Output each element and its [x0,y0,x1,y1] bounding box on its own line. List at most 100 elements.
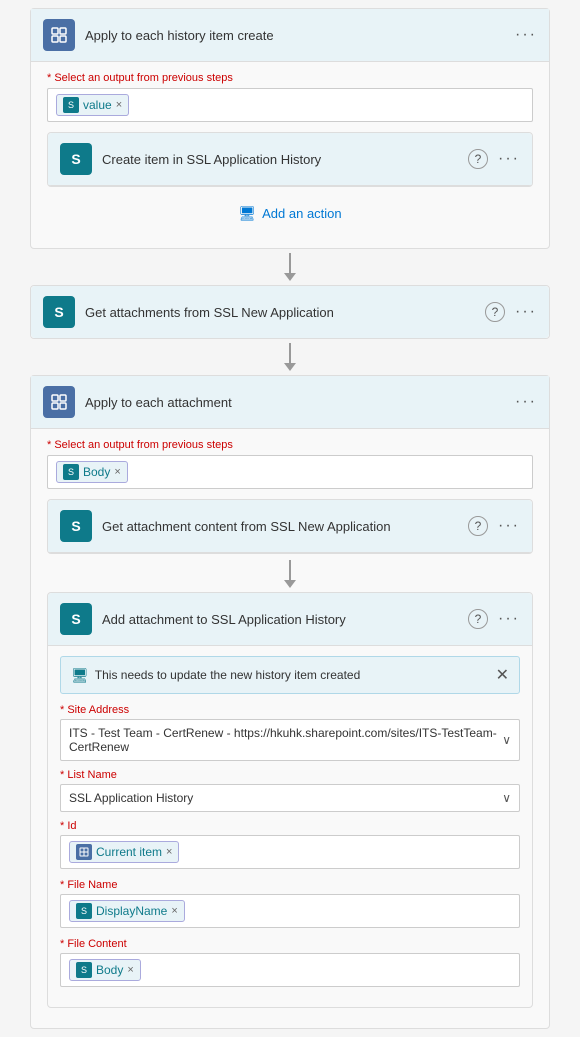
loop-create-card: Apply to each history item create ··· * … [30,8,550,249]
get-attachments-header: S Get attachments from SSL New Applicati… [31,286,549,338]
create-item-actions: ? ··· [468,149,520,169]
id-token-label: Current item [96,845,162,859]
loop-create-token-field: S value × [47,88,533,122]
loop-attachment-token-label: Body [83,465,110,479]
id-token-icon [76,844,92,860]
file-content-token-field: S Body × [60,953,520,987]
arrow-1 [284,253,296,281]
list-name-value: SSL Application History [69,791,193,805]
file-name-token-field: S DisplayName × [60,894,520,928]
create-item-header: S Create item in SSL Application History… [48,133,532,186]
file-name-token: S DisplayName × [69,900,185,922]
create-item-icon: S [60,143,92,175]
file-name-field: * File Name S DisplayName × [60,879,520,928]
info-box-label: This needs to update the new history ite… [95,668,360,682]
file-content-token-label: Body [96,963,123,977]
create-item-help-button[interactable]: ? [468,149,488,169]
create-item-card: S Create item in SSL Application History… [47,132,533,187]
add-attachment-card: S Add attachment to SSL Application Hist… [47,592,533,1008]
add-attachment-more-button[interactable]: ··· [498,610,520,628]
add-attachment-title: Add attachment to SSL Application Histor… [102,612,468,627]
arrow-2-head [284,363,296,371]
info-box-close[interactable]: ✕ [496,665,509,685]
site-address-field: * Site Address ITS - Test Team - CertRen… [60,704,520,761]
id-token: Current item × [69,841,179,863]
get-content-card: S Get attachment content from SSL New Ap… [47,499,533,554]
arrow-2-line [289,343,291,363]
loop-attachment-body: * Select an output from previous steps S… [31,429,549,1028]
get-content-actions: ? ··· [468,516,520,536]
id-label: * Id [60,820,520,832]
loop-create-more-button[interactable]: ··· [515,26,537,44]
get-attachments-icon: S [43,296,75,328]
add-attachment-body: 🖥 This needs to update the new history i… [48,646,532,1007]
site-address-label: * Site Address [60,704,520,716]
loop-attachment-token-close[interactable]: × [114,466,120,478]
loop-create-icon [43,19,75,51]
arrow-2 [284,343,296,371]
file-content-field: * File Content S Body × [60,938,520,987]
list-name-label: * List Name [60,769,520,781]
arrow-inner-line [289,560,291,580]
list-name-chevron-icon: ∨ [502,791,511,805]
add-action-button[interactable]: 🖥 Add an action [47,193,533,234]
site-address-chevron-icon: ∨ [502,733,511,747]
loop-attachment-title: Apply to each attachment [85,395,515,410]
create-item-title: Create item in SSL Application History [102,152,468,167]
site-address-value: ITS - Test Team - CertRenew - https://hk… [69,726,502,754]
get-attachments-title: Get attachments from SSL New Application [85,305,485,320]
get-content-title: Get attachment content from SSL New Appl… [102,519,468,534]
add-attachment-info-box: 🖥 This needs to update the new history i… [60,656,520,694]
loop-create-token-close[interactable]: × [116,99,122,111]
add-action-label: Add an action [262,206,342,221]
add-attachment-icon: S [60,603,92,635]
get-attachments-card: S Get attachments from SSL New Applicati… [30,285,550,339]
get-attachments-more-button[interactable]: ··· [515,303,537,321]
add-attachment-help-button[interactable]: ? [468,609,488,629]
get-attachments-help-button[interactable]: ? [485,302,505,322]
loop-create-token: S value × [56,94,129,116]
file-content-token-close[interactable]: × [127,964,133,976]
loop-attachment-token-icon: S [63,464,79,480]
loop-attachment-token: S Body × [56,461,128,483]
file-name-token-icon: S [76,903,92,919]
arrow-1-line [289,253,291,273]
loop-create-select-label: * Select an output from previous steps [47,72,533,84]
list-name-select[interactable]: SSL Application History ∨ [60,784,520,812]
file-name-label: * File Name [60,879,520,891]
loop-attachment-select-label: * Select an output from previous steps [47,439,533,451]
get-attachments-actions: ? ··· [485,302,537,322]
file-content-label: * File Content [60,938,520,950]
get-content-header: S Get attachment content from SSL New Ap… [48,500,532,553]
site-address-select[interactable]: ITS - Test Team - CertRenew - https://hk… [60,719,520,761]
add-action-icon: 🖥 [238,205,256,222]
loop-attachment-token-field: S Body × [47,455,533,489]
file-name-token-label: DisplayName [96,904,167,918]
file-name-token-close[interactable]: × [171,905,177,917]
file-content-token: S Body × [69,959,141,981]
info-icon: 🖥 [71,667,89,684]
get-content-help-button[interactable]: ? [468,516,488,536]
loop-attachment-more-button[interactable]: ··· [515,393,537,411]
arrow-inner [47,560,533,588]
get-content-more-button[interactable]: ··· [498,517,520,535]
add-attachment-header: S Add attachment to SSL Application Hist… [48,593,532,646]
list-name-field: * List Name SSL Application History ∨ [60,769,520,812]
create-item-more-button[interactable]: ··· [498,150,520,168]
loop-attachment-icon [43,386,75,418]
id-field: * Id [60,820,520,869]
id-token-field: Current item × [60,835,520,869]
loop-attachment-card: Apply to each attachment ··· * Select an… [30,375,550,1029]
arrow-1-head [284,273,296,281]
loop-create-token-label: value [83,98,112,112]
arrow-inner-head [284,580,296,588]
file-content-token-icon: S [76,962,92,978]
add-attachment-actions: ? ··· [468,609,520,629]
loop-create-header: Apply to each history item create ··· [31,9,549,62]
id-token-close[interactable]: × [166,846,172,858]
loop-create-body: * Select an output from previous steps S… [31,62,549,248]
get-content-icon: S [60,510,92,542]
loop-attachment-header: Apply to each attachment ··· [31,376,549,429]
loop-create-token-icon: S [63,97,79,113]
info-box-text: 🖥 This needs to update the new history i… [71,667,360,684]
